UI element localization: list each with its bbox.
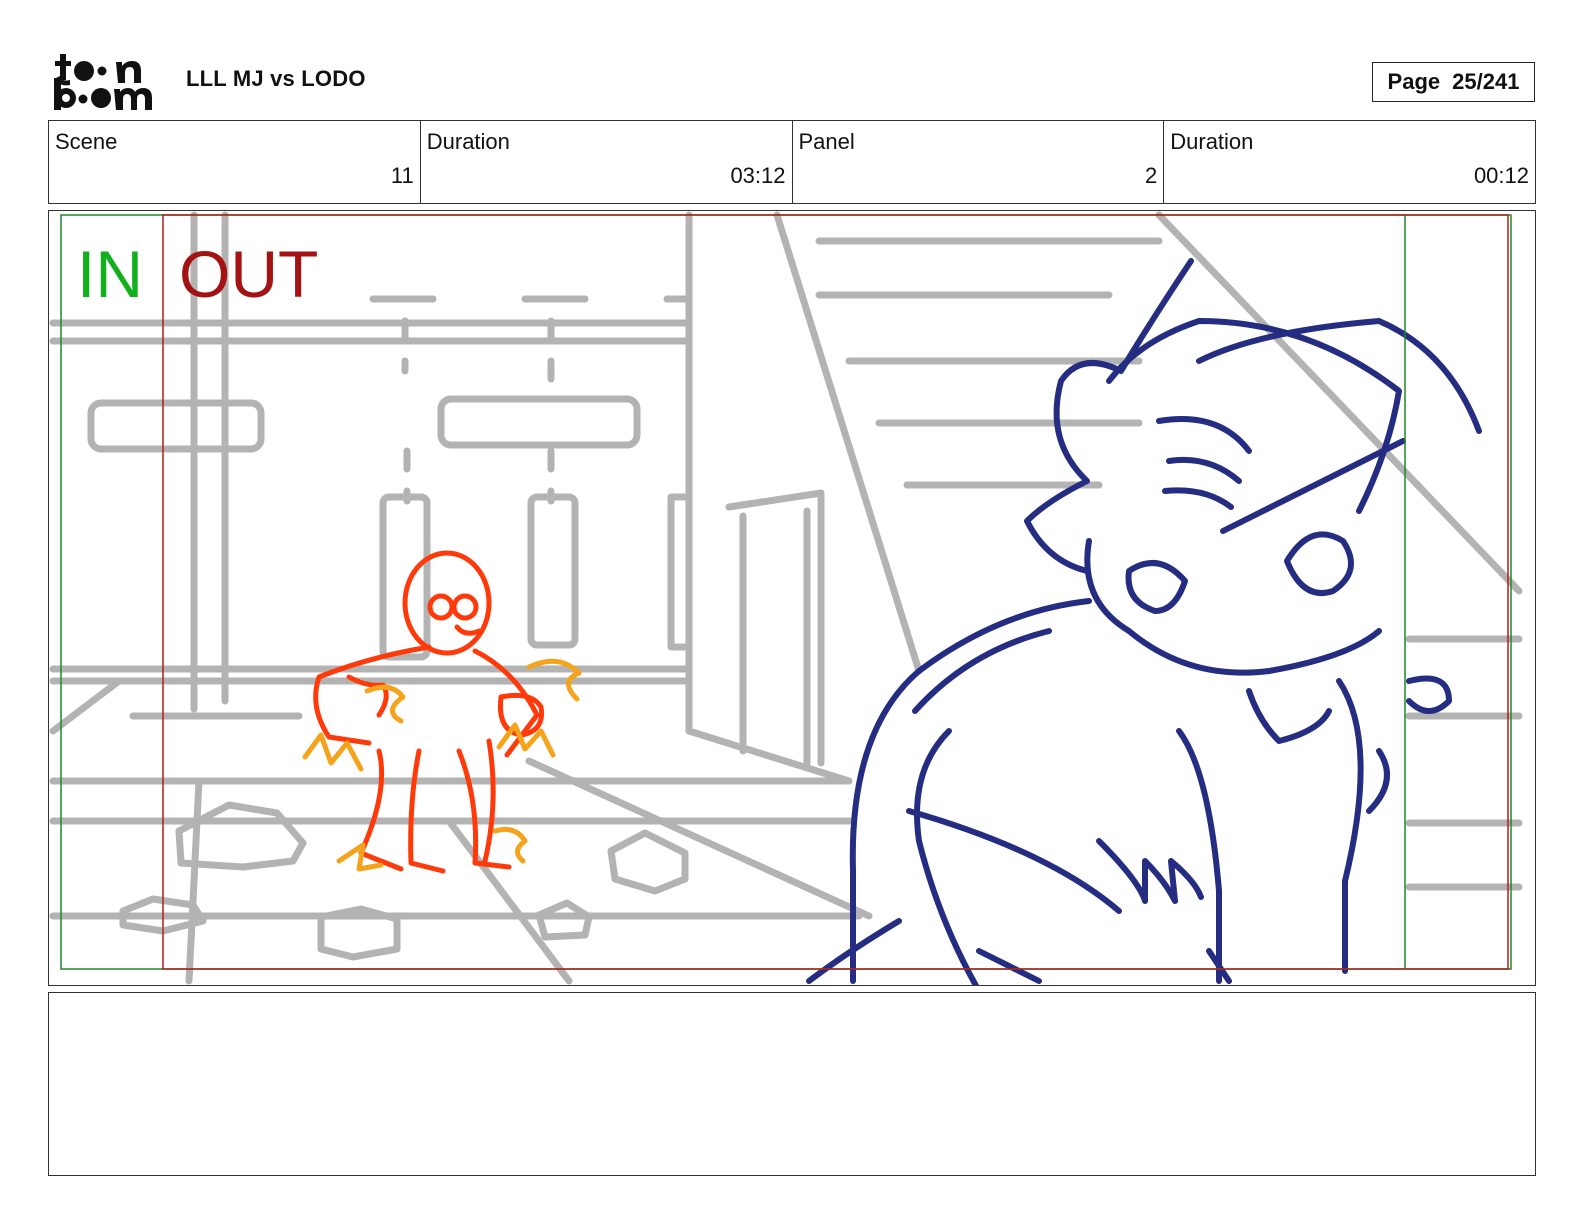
panel-label: Panel xyxy=(798,129,855,154)
panel-drawing xyxy=(49,211,1523,985)
in-frame-boundary xyxy=(60,214,1512,970)
panel-value: 2 xyxy=(1145,163,1158,188)
scene-duration-cell: Duration 03:12 xyxy=(421,121,793,203)
page-label: Page xyxy=(1387,69,1441,94)
panel-notes-box[interactable] xyxy=(48,992,1536,1176)
large-character-sketch xyxy=(806,258,1482,985)
toon-boom-logo xyxy=(52,52,164,112)
project-title: LLL MJ vs LODO xyxy=(186,66,366,91)
scene-info-bar: Scene 11 Duration 03:12 Panel 2 Duration… xyxy=(48,120,1536,204)
toon-boom-logo-mark xyxy=(54,54,152,110)
scene-cell: Scene 11 xyxy=(49,121,421,203)
panel-duration-cell: Duration 00:12 xyxy=(1164,121,1535,203)
storyboard-panel: IN OUT xyxy=(48,210,1536,986)
out-marker-label: OUT xyxy=(179,237,319,311)
panel-duration-label: Duration xyxy=(1170,129,1254,154)
page-number: 25/241 xyxy=(1452,69,1520,94)
panel-duration-value: 00:12 xyxy=(1473,163,1529,188)
scene-label: Scene xyxy=(55,129,118,154)
scene-duration-label: Duration xyxy=(426,129,510,154)
page-indicator: Page 25/241 xyxy=(1372,62,1535,102)
in-marker-label: IN xyxy=(77,237,143,311)
scene-duration-value: 03:12 xyxy=(730,163,786,188)
panel-cell: Panel 2 xyxy=(793,121,1165,203)
scene-value: 11 xyxy=(390,163,414,188)
